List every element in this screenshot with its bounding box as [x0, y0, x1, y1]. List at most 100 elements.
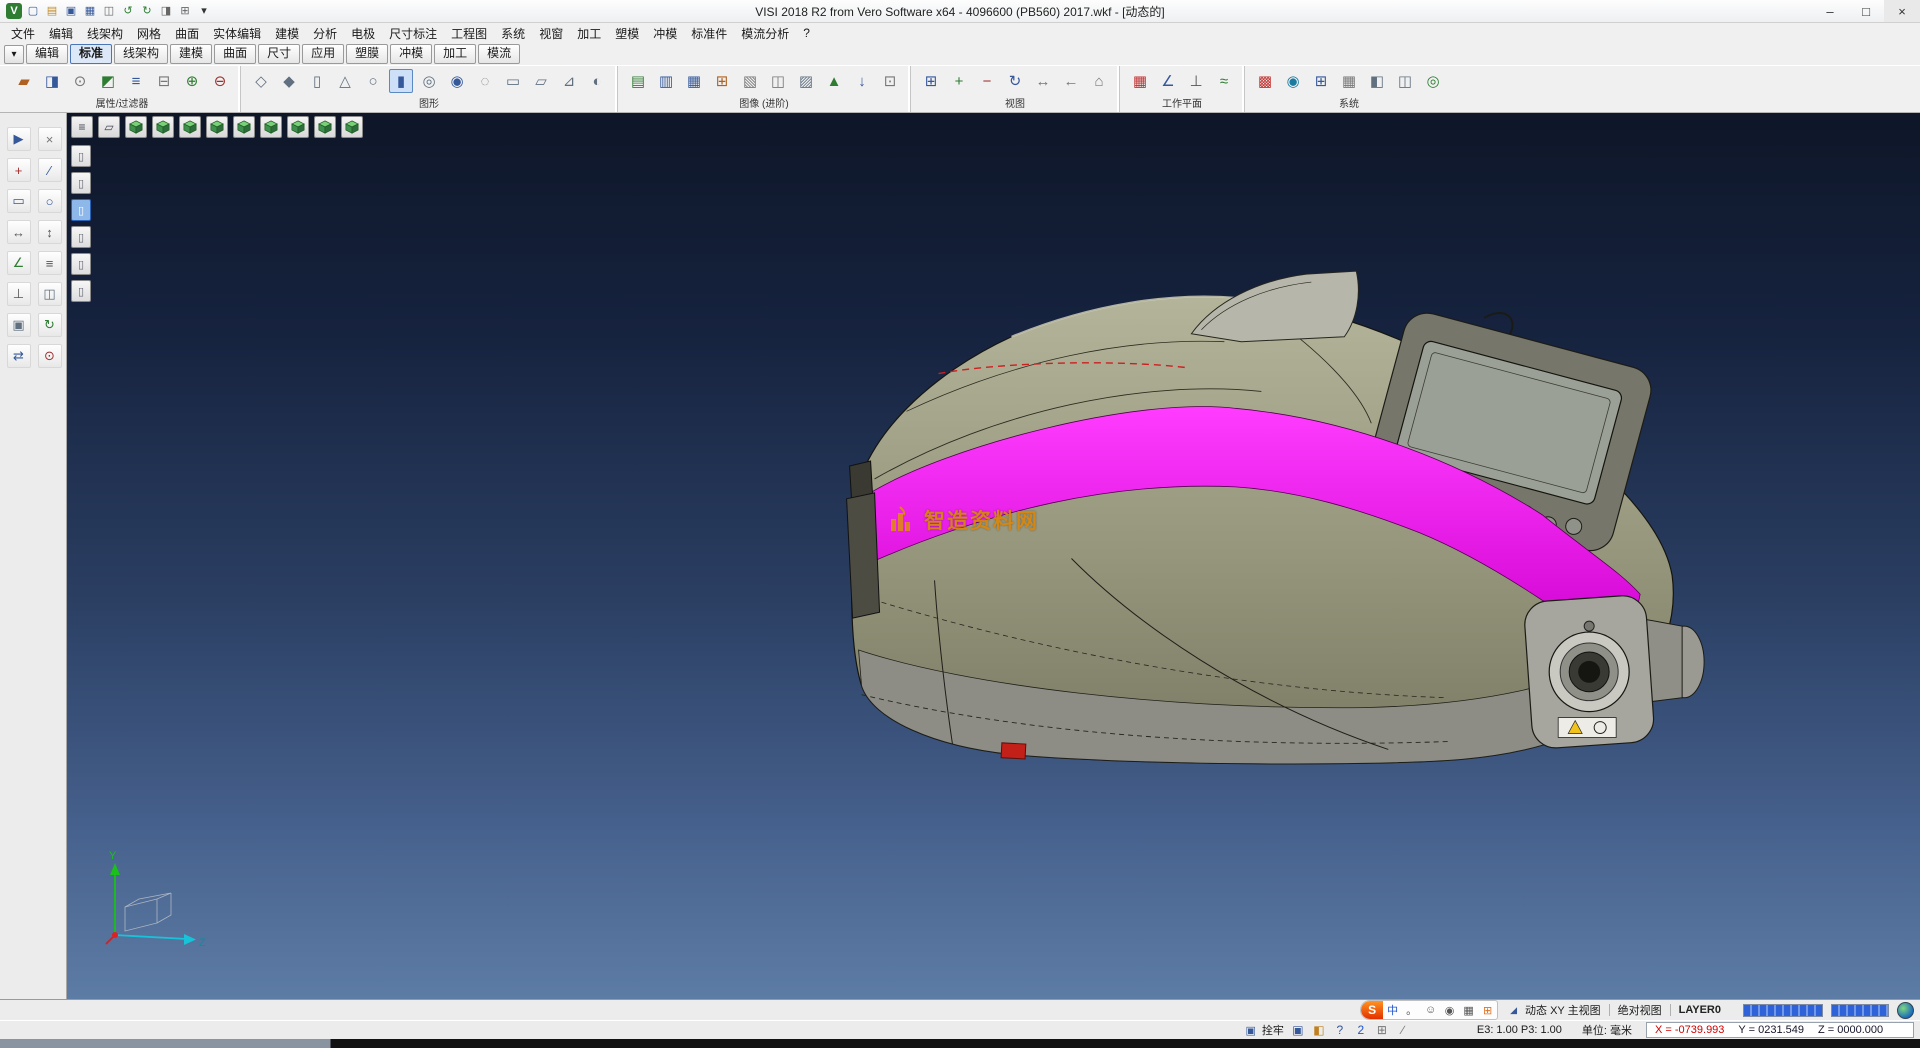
viewport-3d[interactable]: ≡▱ ▯▯▯▯▯▯ 智造资料网 [67, 113, 1920, 999]
rotate-icon[interactable]: ↻ [38, 313, 62, 337]
cad-model[interactable] [67, 113, 1920, 999]
point-icon[interactable]: + [7, 158, 31, 182]
tab-item[interactable]: 线架构 [114, 44, 168, 64]
tab-item[interactable]: 应用 [302, 44, 344, 64]
workplane-normal-icon[interactable]: ⊥ [1184, 69, 1208, 93]
tab-item[interactable]: 编辑 [26, 44, 68, 64]
tab-overflow-button[interactable]: ▾ [4, 45, 24, 64]
status-help-icon[interactable]: ? [1332, 1022, 1348, 1038]
rectangle-icon[interactable]: ▭ [7, 189, 31, 213]
menu-item[interactable]: 电极 [344, 23, 382, 44]
system-globe-icon[interactable]: ◉ [1281, 69, 1305, 93]
tab-item[interactable]: 标准 [70, 44, 112, 64]
emoticon-icon[interactable]: ☺ [1421, 1001, 1440, 1019]
save-icon[interactable]: ▣ [63, 3, 79, 19]
menu-item[interactable]: 建模 [268, 23, 306, 44]
wireframe-icon[interactable]: ◇ [249, 69, 273, 93]
image-save-icon[interactable]: ▦ [682, 69, 706, 93]
transparency-icon[interactable]: ▱ [529, 69, 553, 93]
status-snap-icon[interactable]: ⊞ [1374, 1022, 1390, 1038]
attribute-paint-icon[interactable]: ▰ [12, 69, 36, 93]
system-info-icon[interactable]: ◎ [1421, 69, 1445, 93]
clipboard-slot-4-icon[interactable]: ▯ [71, 226, 91, 248]
image-new-icon[interactable]: ▤ [626, 69, 650, 93]
back-view-cube-icon[interactable] [179, 116, 201, 138]
edge-display-icon[interactable]: ⊿ [557, 69, 581, 93]
menu-item[interactable]: 塑模 [608, 23, 646, 44]
shade-on-icon[interactable]: ▮ [389, 69, 413, 93]
menu-item[interactable]: 网格 [130, 23, 168, 44]
clipboard-slot-1-icon[interactable]: ▯ [71, 145, 91, 167]
swap-icon[interactable]: ⇄ [7, 344, 31, 368]
menu-item[interactable]: 模流分析 [734, 23, 796, 44]
menu-item[interactable]: 标准件 [684, 23, 734, 44]
status-grid-icon[interactable]: ▣ [1290, 1022, 1306, 1038]
tab-item[interactable]: 建模 [170, 44, 212, 64]
status-palette-icon[interactable]: ◧ [1311, 1022, 1327, 1038]
workplane-align-icon[interactable]: ∠ [1156, 69, 1180, 93]
shaded-view-cube-icon[interactable] [341, 116, 363, 138]
viewport-plane-icon[interactable]: ▱ [98, 116, 120, 138]
filter-layer-icon[interactable]: ≡ [124, 69, 148, 93]
menu-item[interactable]: 尺寸标注 [382, 23, 444, 44]
bottom-view-cube-icon[interactable] [287, 116, 309, 138]
menu-item[interactable]: 冲模 [646, 23, 684, 44]
layer-indicator[interactable]: LAYER0 [1679, 1004, 1721, 1016]
circle-icon[interactable]: ○ [38, 189, 62, 213]
zoom-out-icon[interactable]: − [975, 69, 999, 93]
grid-snap-icon[interactable]: ▣ [7, 313, 31, 337]
save-all-icon[interactable]: ▦ [82, 3, 98, 19]
menu-item[interactable]: ? [796, 24, 817, 42]
workplane-grid-icon[interactable]: ▦ [1128, 69, 1152, 93]
tab-item[interactable]: 加工 [434, 44, 476, 64]
tab-item[interactable]: 塑膜 [346, 44, 388, 64]
system-snap-icon[interactable]: ▦ [1337, 69, 1361, 93]
offset-icon[interactable]: ↕ [38, 220, 62, 244]
filter-element-icon[interactable]: ⊙ [68, 69, 92, 93]
select-icon[interactable]: ▶ [7, 127, 31, 151]
clipboard-slot-6-icon[interactable]: ▯ [71, 280, 91, 302]
layers-icon[interactable]: ≡ [38, 251, 62, 275]
image-compare-icon[interactable]: ◫ [766, 69, 790, 93]
visibility-icon[interactable]: ◉ [445, 69, 469, 93]
previous-view-icon[interactable]: ← [1059, 69, 1083, 93]
angle-icon[interactable]: ∠ [7, 251, 31, 275]
filter-type-icon[interactable]: ⊟ [152, 69, 176, 93]
system-calc-icon[interactable]: ◧ [1365, 69, 1389, 93]
toolbox-icon[interactable]: ⊞ [1478, 1001, 1497, 1019]
status-pen-icon[interactable]: ∕ [1395, 1022, 1411, 1038]
screenshot-icon[interactable]: ◨ [158, 3, 174, 19]
menu-item[interactable]: 实体编辑 [206, 23, 268, 44]
redo-icon[interactable]: ↻ [139, 3, 155, 19]
filter-color-icon[interactable]: ◩ [96, 69, 120, 93]
close-button[interactable]: × [1884, 0, 1920, 22]
grid-icon[interactable]: ⊞ [177, 3, 193, 19]
cylinder-icon[interactable]: ▯ [305, 69, 329, 93]
keyboard-icon[interactable]: ▦ [1459, 1001, 1478, 1019]
filter-add-icon[interactable]: ⊕ [180, 69, 204, 93]
move-icon[interactable]: ↔ [7, 220, 31, 244]
menu-item[interactable]: 线架构 [80, 23, 130, 44]
sphere-icon[interactable]: ○ [361, 69, 385, 93]
minimize-button[interactable]: – [1812, 0, 1848, 22]
viewport-menu-icon[interactable]: ≡ [71, 116, 93, 138]
iso-view-cube-icon[interactable] [125, 116, 147, 138]
print-icon[interactable]: ◫ [101, 3, 117, 19]
render-icon[interactable]: ◐ [585, 69, 609, 93]
customize-dropdown-icon[interactable]: ▾ [196, 3, 212, 19]
visi-logo-icon[interactable]: V [6, 3, 22, 19]
axonometric-view-cube-icon[interactable] [314, 116, 336, 138]
zoom-in-icon[interactable]: + [947, 69, 971, 93]
clipboard-slot-3-icon[interactable]: ▯ [71, 199, 91, 221]
system-config-icon[interactable]: ◫ [1393, 69, 1417, 93]
tab-item[interactable]: 冲模 [390, 44, 432, 64]
right-view-cube-icon[interactable] [233, 116, 255, 138]
filter-remove-icon[interactable]: ⊖ [208, 69, 232, 93]
hide-icon[interactable]: ◌ [473, 69, 497, 93]
image-settings-icon[interactable]: ⊡ [878, 69, 902, 93]
maximize-button[interactable]: □ [1848, 0, 1884, 22]
image-layers-icon[interactable]: ▨ [794, 69, 818, 93]
menu-item[interactable]: 曲面 [168, 23, 206, 44]
menu-item[interactable]: 工程图 [444, 23, 494, 44]
input-mode-icon[interactable]: 中 [1383, 1001, 1402, 1019]
